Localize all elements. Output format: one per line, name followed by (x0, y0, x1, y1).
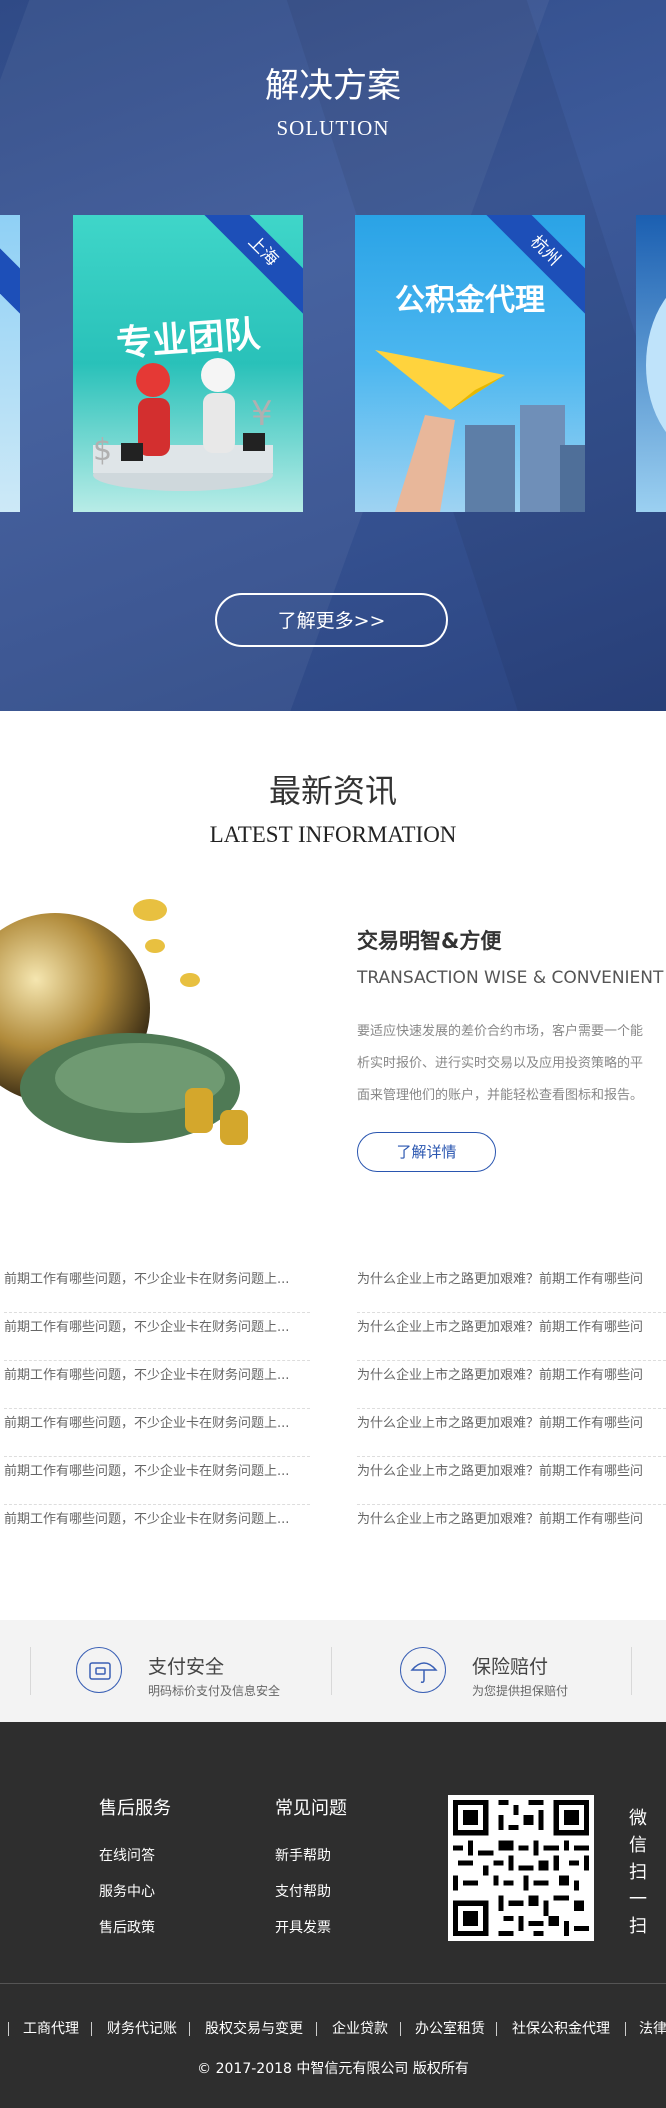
footer-link[interactable]: 在线问答 (99, 1845, 155, 1865)
divider (631, 1647, 632, 1695)
globe-money-illustration (0, 899, 248, 1145)
feature-bar: 支付安全 明码标价支付及信息安全 保险赔付 为您提供担保赔付 (0, 1620, 666, 1722)
solution-title: 解决方案 (265, 66, 401, 106)
news-list-item[interactable]: 为什么企业上市之路更加艰难？前期工作有哪些问 (357, 1505, 666, 1553)
featured-subheading: TRANSACTION WISE & CONVENIENT (357, 968, 664, 988)
footer-nav-link[interactable]: 企业贷款 (332, 2018, 388, 2038)
feature-desc: 明码标价支付及信息安全 (148, 1684, 281, 1698)
footer-link[interactable]: 新手帮助 (275, 1845, 331, 1865)
link-separator (91, 2022, 92, 2036)
footer-col-title: 常见问题 (275, 1798, 347, 1819)
news-list-item[interactable]: 为什么企业上市之路更加艰难？前期工作有哪些问 (357, 1265, 666, 1313)
footer-link[interactable]: 支付帮助 (275, 1881, 331, 1901)
globe-graphic (646, 275, 666, 455)
news-list-item[interactable]: 为什么企业上市之路更加艰难？前期工作有哪些问 (357, 1409, 666, 1457)
footer-nav-link[interactable]: 财务代记账 (107, 2018, 177, 2038)
footer-links-bar: 工商代理 财务代记账 股权交易与变更 企业贷款 办公室租赁 社保公积金代理 法律 (0, 2018, 666, 2042)
news-subtitle: LATEST INFORMATION (209, 822, 457, 847)
wallet-icon (76, 1647, 122, 1693)
solution-card-shanghai[interactable]: 上海 专业团队 ¥ $ (73, 215, 303, 512)
link-separator (625, 2022, 626, 2036)
learn-more-button[interactable]: 了解更多>> (215, 593, 448, 647)
solution-section: 解决方案 SOLUTION 上海 专业团队 ¥ $ 杭州 公积金代理 了解更多>… (0, 0, 666, 711)
link-separator (496, 2022, 497, 2036)
news-list-item[interactable]: 前期工作有哪些问题，不少企业卡在财务问题上... (4, 1361, 310, 1409)
footer-nav-link[interactable]: 社保公积金代理 (512, 2018, 610, 2038)
featured-description: 要适应快速发展的差价合约市场，客户需要一个能 析实时报价、进行实时交易以及应用投… (357, 1016, 666, 1112)
news-list-left: 前期工作有哪些问题，不少企业卡在财务问题上... 前期工作有哪些问题，不少企业卡… (4, 1265, 310, 1553)
solution-card-hangzhou[interactable]: 杭州 公积金代理 (355, 215, 585, 512)
divider (30, 1647, 31, 1695)
footer-nav-link[interactable]: 工商代理 (23, 2018, 79, 2038)
description-line: 要适应快速发展的差价合约市场，客户需要一个能 (357, 1024, 644, 1039)
wechat-scan-label: 微 信 扫 一 扫 (628, 1805, 648, 1940)
description-line: 面来管理他们的账户，并能轻松查看图标和报告。 (357, 1088, 644, 1103)
solution-card-partial-left[interactable] (0, 215, 20, 512)
feature-desc: 为您提供担保赔付 (472, 1684, 569, 1698)
divider (331, 1647, 332, 1695)
footer-nav-link[interactable]: 股权交易与变更 (205, 2018, 303, 2038)
news-list-item[interactable]: 前期工作有哪些问题，不少企业卡在财务问题上... (4, 1457, 310, 1505)
solution-subtitle: SOLUTION (276, 116, 390, 140)
news-list-item[interactable]: 为什么企业上市之路更加艰难？前期工作有哪些问 (357, 1361, 666, 1409)
description-line: 析实时报价、进行实时交易以及应用投资策略的平 (357, 1056, 644, 1071)
footer-link[interactable]: 售后政策 (99, 1917, 155, 1937)
news-list-item[interactable]: 前期工作有哪些问题，不少企业卡在财务问题上... (4, 1409, 310, 1457)
scan-char: 信 (629, 1835, 647, 1856)
news-list-item[interactable]: 为什么企业上市之路更加艰难？前期工作有哪些问 (357, 1457, 666, 1505)
link-separator (400, 2022, 401, 2036)
copyright: © 2017-2018 中智信元有限公司 版权所有 (197, 2061, 469, 2077)
team-figures-illustration: ¥ $ (93, 358, 273, 491)
link-separator (8, 2022, 9, 2036)
footer-nav-link[interactable]: 法律 (639, 2018, 666, 2038)
svg-text:$: $ (93, 433, 112, 468)
scan-char: 扫 (629, 1916, 647, 1937)
scan-char: 微 (629, 1808, 647, 1829)
news-list-item[interactable]: 前期工作有哪些问题，不少企业卡在财务问题上... (4, 1313, 310, 1361)
feature-title: 保险赔付 (472, 1656, 549, 1678)
news-list-item[interactable]: 为什么企业上市之路更加艰难？前期工作有哪些问 (357, 1313, 666, 1361)
footer-link[interactable]: 开具发票 (275, 1917, 331, 1937)
footer-nav-link[interactable]: 办公室租赁 (415, 2018, 485, 2038)
solution-card-partial-right[interactable] (636, 215, 666, 512)
card-ribbon (0, 215, 20, 319)
link-separator (316, 2022, 317, 2036)
wechat-qr-code (448, 1795, 594, 1941)
svg-text:¥: ¥ (251, 394, 273, 434)
footer-divider (0, 1983, 666, 1984)
news-list-item[interactable]: 前期工作有哪些问题，不少企业卡在财务问题上... (4, 1265, 310, 1313)
feature-title: 支付安全 (148, 1656, 225, 1678)
footer-col-title: 售后服务 (99, 1798, 171, 1819)
news-list-right: 为什么企业上市之路更加艰难？前期工作有哪些问 为什么企业上市之路更加艰难？前期工… (357, 1265, 666, 1553)
news-list-item[interactable]: 前期工作有哪些问题，不少企业卡在财务问题上... (4, 1505, 310, 1553)
news-title: 最新资讯 (268, 772, 397, 810)
paper-plane-illustration (375, 350, 585, 512)
footer-link[interactable]: 服务中心 (99, 1881, 155, 1901)
link-separator (189, 2022, 190, 2036)
scan-char: 一 (629, 1889, 647, 1910)
scan-char: 扫 (629, 1862, 647, 1883)
featured-heading: 交易明智&方便 (357, 929, 502, 953)
learn-details-button[interactable]: 了解详情 (357, 1132, 496, 1172)
umbrella-icon (400, 1647, 446, 1693)
